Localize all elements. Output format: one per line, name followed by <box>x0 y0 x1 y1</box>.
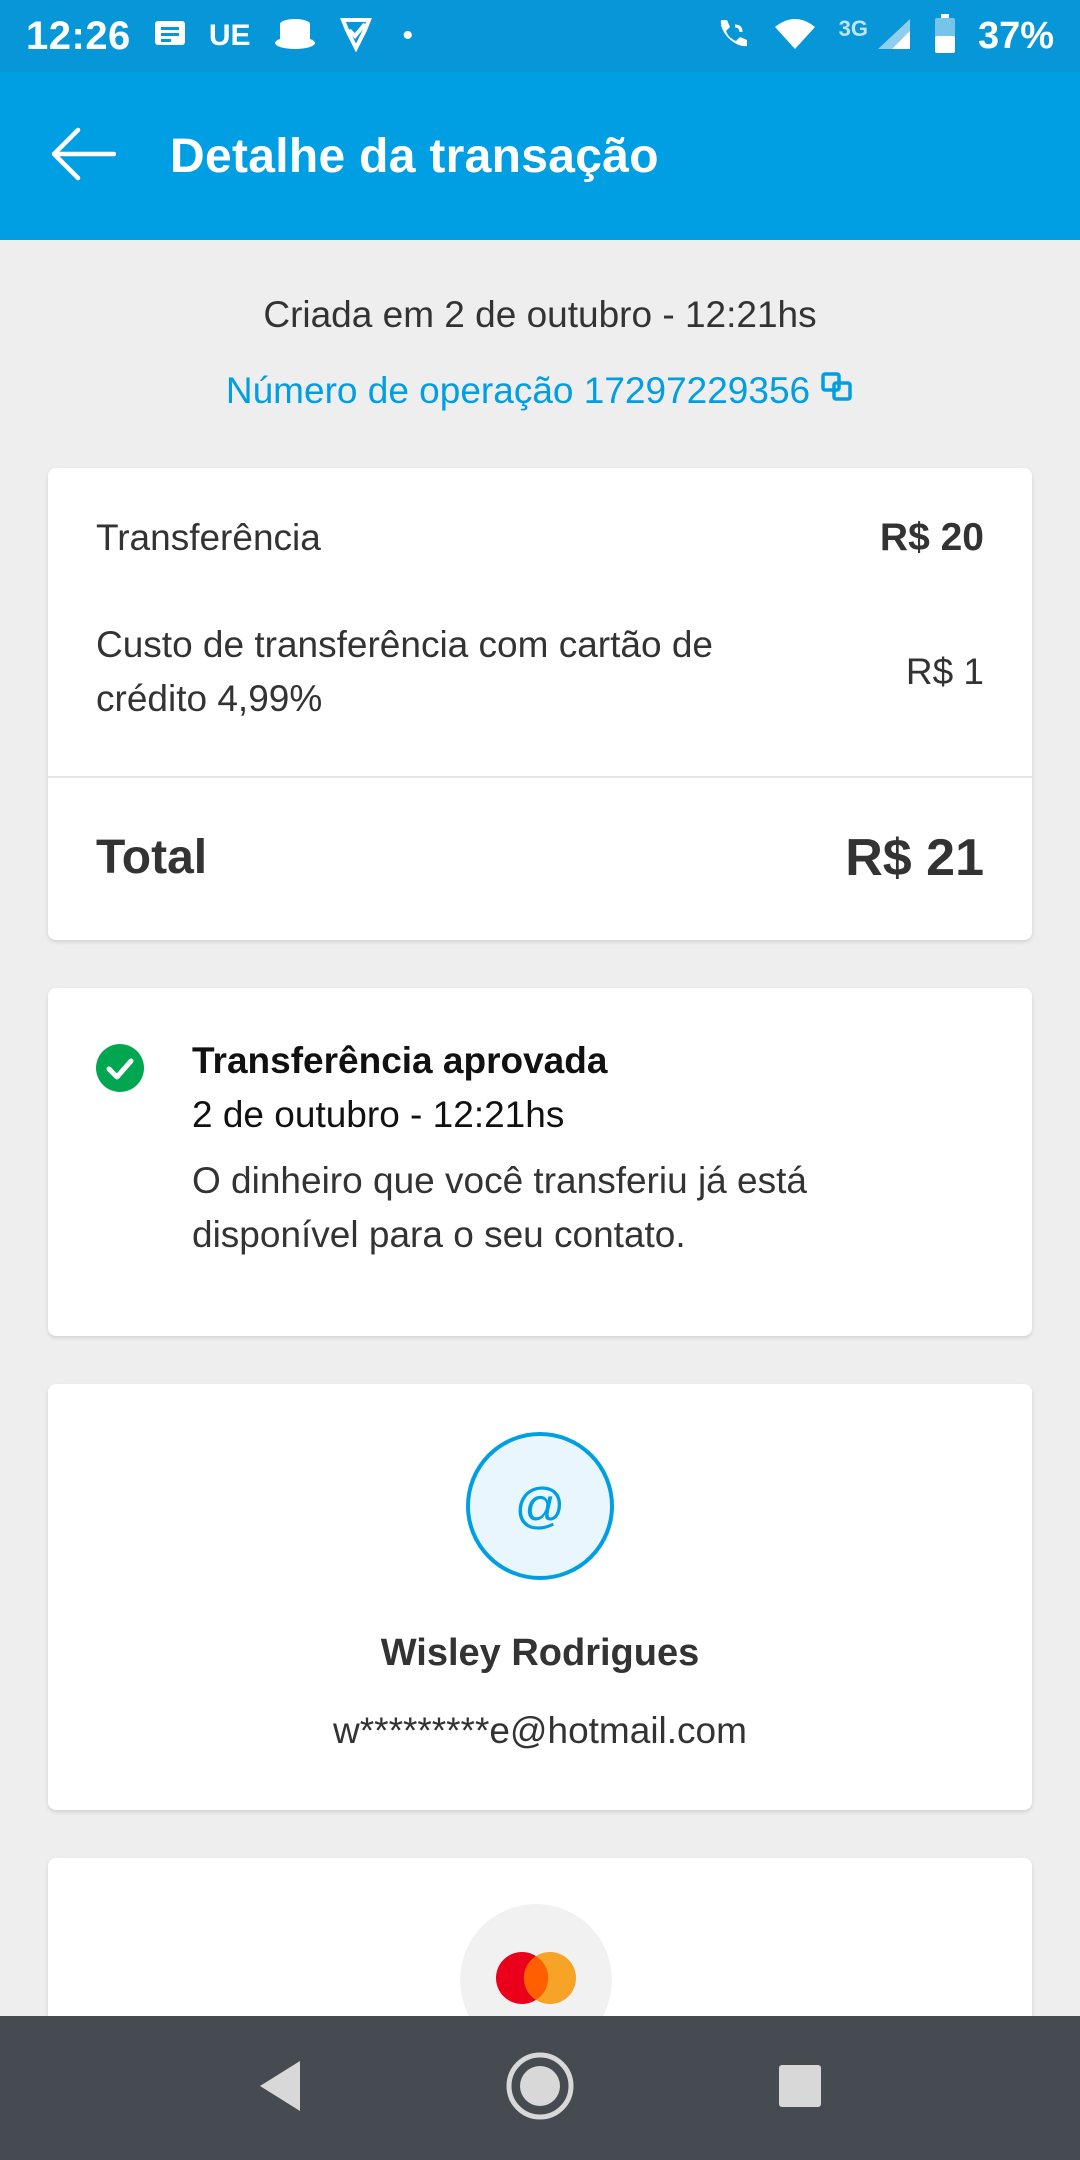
shield-check-icon <box>339 16 373 57</box>
network-type: 3G <box>838 16 868 41</box>
square-recents-icon <box>777 2063 823 2114</box>
total-value: R$ 21 <box>845 829 984 887</box>
status-left: 12:26 UE • <box>26 14 413 59</box>
status-right: 3G 37% <box>715 13 1054 59</box>
status-app-text: UE <box>208 19 251 52</box>
battery-icon <box>934 13 956 59</box>
card-brand-badge <box>460 1904 612 2016</box>
created-date: Criada em 2 de outubro - 12:21hs <box>263 294 817 335</box>
status-time: 12:26 <box>26 13 131 58</box>
transfer-row: Transferência R$ 20 <box>96 516 984 560</box>
notification-dot-icon: • <box>402 19 414 52</box>
status-date: 2 de outubro - 12:21hs <box>192 1094 565 1135</box>
hat-icon <box>273 17 317 56</box>
contact-name: Wisley Rodrigues <box>380 1632 700 1674</box>
status-description: O dinheiro que você transferiu já está d… <box>192 1160 807 1255</box>
signal-icon <box>876 17 912 56</box>
transaction-content[interactable]: Criada em 2 de outubro - 12:21hs Número … <box>0 240 1080 2016</box>
fee-row: Custo de transferência com cartão de cré… <box>96 618 984 726</box>
check-circle-icon <box>96 1044 144 1092</box>
operation-number: Número de operação 17297229356 <box>225 370 811 411</box>
message-icon <box>153 19 187 54</box>
navigation-bar <box>0 2016 1080 2160</box>
total-label: Total <box>96 831 208 884</box>
wifi-icon <box>773 17 817 56</box>
status-title: Transferência aprovada <box>192 1040 608 1081</box>
app-bar: Detalhe da transação <box>0 72 1080 240</box>
contact-email: w*********e@hotmail.com <box>333 1710 747 1751</box>
copy-icon <box>820 370 854 412</box>
wifi-call-icon <box>715 16 751 57</box>
arrow-left-icon <box>50 126 117 187</box>
nav-back-button[interactable] <box>230 2038 330 2138</box>
battery-percentage: 37% <box>977 14 1054 57</box>
total-row: Total R$ 21 <box>48 778 1032 942</box>
status-bar: 12:26 UE • 3G 37% <box>0 0 1080 72</box>
nav-home-button[interactable] <box>490 2038 590 2138</box>
nav-recents-button[interactable] <box>750 2038 850 2138</box>
home-circle-icon <box>505 2051 575 2126</box>
mastercard-icon <box>491 1950 581 2011</box>
transfer-value: R$ 20 <box>879 516 984 559</box>
payment-method-card <box>48 1858 1032 2016</box>
back-button[interactable] <box>0 72 170 240</box>
avatar: @ <box>466 1432 614 1580</box>
operation-number-link[interactable]: Número de operação 17297229356 <box>0 370 1080 412</box>
triangle-back-icon <box>256 2059 304 2118</box>
fee-value: R$ 1 <box>905 651 984 692</box>
transfer-label: Transferência <box>96 517 321 558</box>
summary-card: Transferência R$ 20 Custo de transferênc… <box>48 468 1032 940</box>
contact-card: @ Wisley Rodrigues w*********e@hotmail.c… <box>48 1384 1032 1810</box>
fee-label: Custo de transferência com cartão de cré… <box>96 624 713 719</box>
at-icon: @ <box>514 1478 566 1534</box>
status-card: Transferência aprovada 2 de outubro - 12… <box>48 988 1032 1336</box>
page-title: Detalhe da transação <box>170 129 659 183</box>
